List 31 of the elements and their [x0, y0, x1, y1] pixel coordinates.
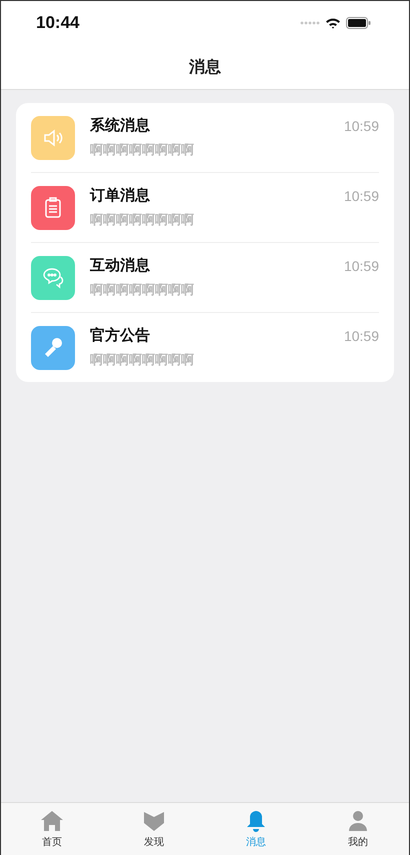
discover-icon [142, 809, 166, 833]
status-time: 10:44 [36, 13, 80, 33]
message-time: 10:59 [344, 188, 379, 204]
message-title: 官方公告 [90, 326, 150, 345]
message-title: 系统消息 [90, 116, 150, 135]
message-preview: 啊啊啊啊啊啊啊啊 [90, 282, 195, 299]
message-item[interactable]: 系统消息 10:59 啊啊啊啊啊啊啊啊 [31, 103, 379, 173]
tab-item[interactable]: 发现 [103, 803, 205, 855]
tab-item[interactable]: 我的 [307, 803, 409, 855]
message-preview: 啊啊啊啊啊啊啊啊 [90, 212, 195, 229]
message-time: 10:59 [344, 258, 379, 274]
signal-icon [300, 21, 320, 25]
message-title: 订单消息 [90, 186, 150, 205]
message-preview: 啊啊啊啊啊啊啊啊 [90, 352, 195, 369]
message-time: 10:59 [344, 328, 379, 344]
message-preview: 啊啊啊啊啊啊啊啊 [90, 142, 195, 159]
tab-label: 消息 [246, 836, 266, 849]
message-time: 10:59 [344, 118, 379, 134]
message-title: 互动消息 [90, 256, 150, 275]
message-item[interactable]: 官方公告 10:59 啊啊啊啊啊啊啊啊 [31, 313, 379, 382]
wifi-icon [325, 17, 341, 29]
message-item[interactable]: 互动消息 10:59 啊啊啊啊啊啊啊啊 [31, 243, 379, 313]
message-item[interactable]: 订单消息 10:59 啊啊啊啊啊啊啊啊 [31, 173, 379, 243]
tab-item[interactable]: 首页 [1, 803, 103, 855]
tab-label: 发现 [144, 836, 164, 849]
page-title: 消息 [189, 56, 221, 78]
person-icon [346, 809, 370, 833]
battery-icon [346, 17, 371, 29]
tab-label: 首页 [42, 836, 62, 849]
tab-label: 我的 [348, 836, 368, 849]
home-icon [40, 809, 64, 833]
